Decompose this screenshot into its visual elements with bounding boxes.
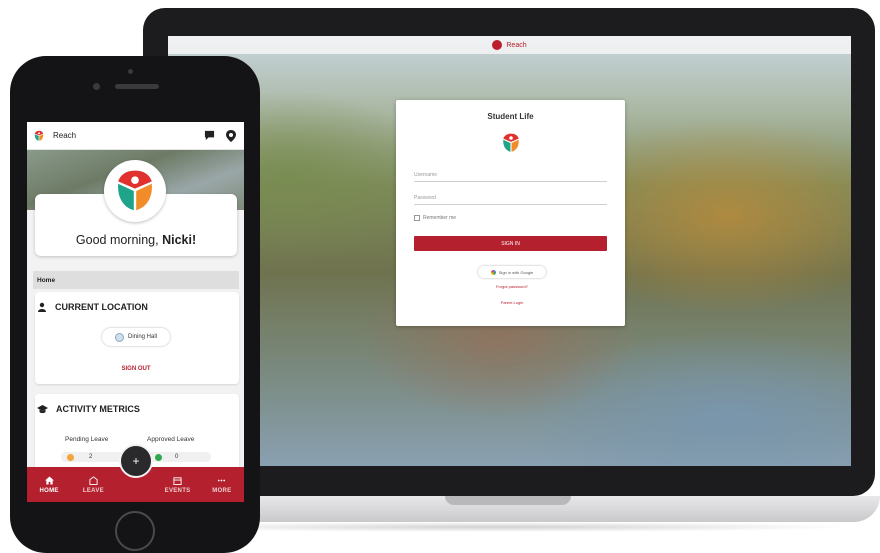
laptop-notch [445, 496, 571, 505]
more-icon [218, 479, 226, 481]
home-icon [44, 475, 54, 485]
web-brand: Reach [506, 41, 527, 49]
remember-me[interactable]: Remember me [414, 215, 456, 221]
nav-home-label: HOME [39, 487, 59, 494]
reach-logo-icon [34, 130, 44, 141]
nav-more[interactable]: MORE [200, 467, 244, 502]
add-button[interactable]: + [119, 444, 153, 478]
app-header: Reach [27, 122, 244, 150]
current-location-heading: CURRENT LOCATION [37, 302, 148, 312]
forgot-password-link[interactable]: Forgot password? [478, 284, 546, 289]
phone-sensor [128, 69, 133, 74]
phone-home-button[interactable] [115, 511, 155, 551]
approved-leave-value: 0 [175, 454, 179, 460]
greeting-text: Good morning, Nicki! [35, 233, 237, 247]
web-topbar: Reach [168, 36, 851, 54]
activity-metrics-title: ACTIVITY METRICS [56, 404, 140, 414]
approved-status-dot [155, 454, 162, 461]
login-title: Student Life [487, 112, 534, 121]
app-name: Reach [53, 131, 77, 140]
person-icon [38, 302, 46, 312]
nav-more-label: MORE [212, 487, 232, 494]
nav-leave[interactable]: LEAVE [71, 467, 115, 502]
breadcrumb: Home [33, 271, 239, 289]
avatar [104, 160, 166, 222]
nav-events-label: EVENTS [164, 487, 191, 494]
leave-icon [89, 475, 98, 485]
password-field[interactable]: Password [414, 191, 607, 205]
nav-leave-label: LEAVE [82, 487, 104, 494]
remember-checkbox[interactable] [414, 215, 420, 221]
sign-in-button[interactable]: SIGN IN [414, 236, 607, 251]
calendar-icon [173, 476, 182, 485]
greeting-name: Nicki! [162, 233, 197, 247]
pending-leave-label: Pending Leave [65, 436, 109, 443]
remember-label: Remember me [423, 215, 457, 221]
location-pin-icon[interactable] [224, 129, 238, 143]
location-dot-icon [114, 332, 124, 342]
location-chip[interactable]: Dining Hall [102, 328, 170, 346]
phone-screen: Reach Good morning, Nicki! Home CURRENT … [27, 122, 244, 502]
google-sign-in-label: Sign in with Google [498, 269, 534, 275]
pending-leave-value: 2 [89, 454, 93, 460]
device-mockup: Reach Student Life Username Password Rem… [0, 0, 880, 553]
reach-logo-icon [501, 133, 521, 153]
activity-metrics-heading: ACTIVITY METRICS [37, 404, 140, 414]
sign-out-button[interactable]: SIGN OUT [102, 366, 170, 372]
greeting-prefix: Good morning, [75, 233, 163, 247]
reach-logo-icon [118, 170, 152, 211]
google-sign-in-button[interactable]: Sign in with Google [478, 266, 546, 278]
chat-icon[interactable] [202, 129, 216, 143]
parent-login-link[interactable]: Parent Login [478, 300, 546, 305]
phone-speaker [115, 84, 159, 89]
nav-home[interactable]: HOME [27, 467, 71, 502]
nav-events[interactable]: EVENTS [155, 467, 199, 502]
username-field[interactable]: Username [414, 168, 607, 182]
pending-status-dot [67, 454, 74, 461]
graduation-cap-icon [37, 405, 48, 414]
reach-logo-icon [492, 40, 503, 50]
location-place: Dining Hall [127, 334, 157, 340]
phone-camera [93, 83, 100, 90]
google-icon [490, 269, 496, 275]
login-card: Student Life [396, 100, 625, 326]
approved-leave-label: Approved Leave [147, 436, 195, 443]
current-location-title: CURRENT LOCATION [55, 302, 148, 312]
